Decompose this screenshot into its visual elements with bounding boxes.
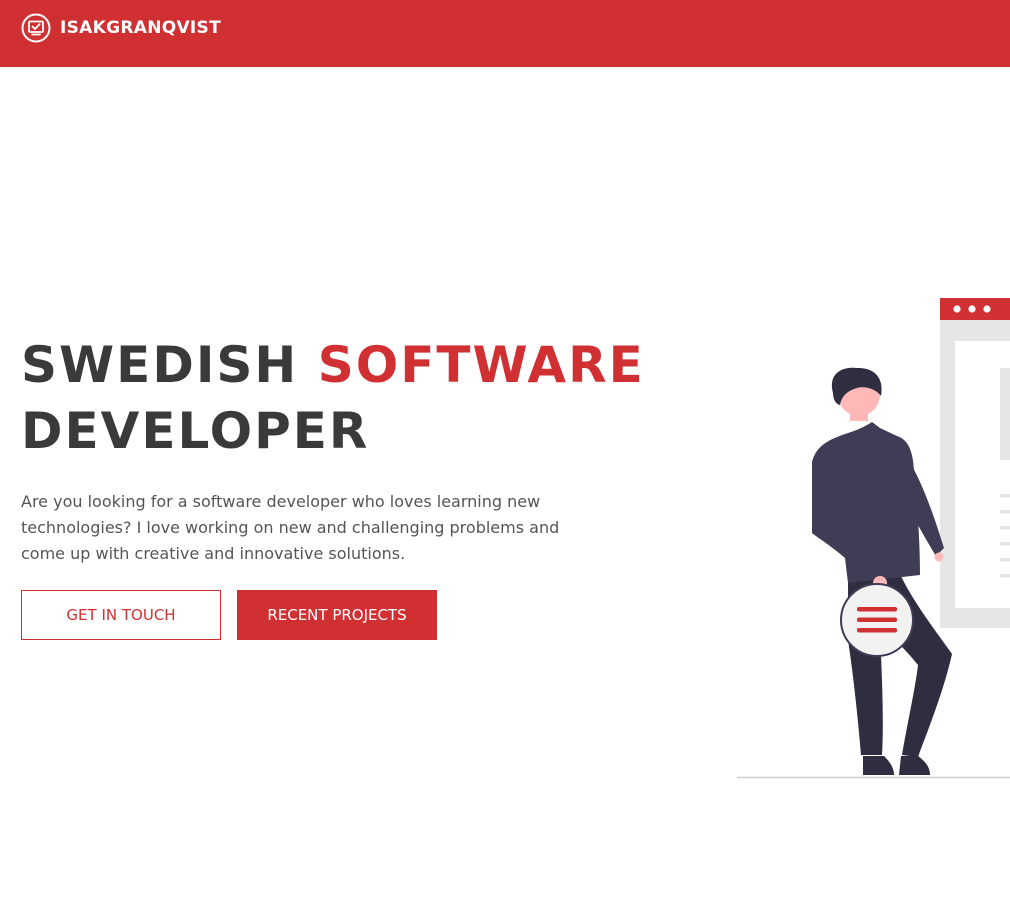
recent-projects-button[interactable]: RECENT PROJECTS: [237, 590, 437, 640]
get-in-touch-button[interactable]: GET IN TOUCH: [21, 590, 221, 640]
browser-window-graphic: [940, 298, 1010, 628]
hero-title-accent: SOFTWARE: [317, 336, 645, 394]
person-graphic: [812, 367, 952, 775]
hero-description: Are you looking for a software developer…: [21, 492, 560, 563]
brand-name: ISAKGRANQVIST: [60, 18, 222, 38]
hero-title-part2: DEVELOPER: [21, 402, 370, 460]
developer-illustration: [700, 290, 1010, 790]
hero-title: SWEDISH SOFTWARE DEVELOPER: [21, 332, 645, 464]
brand-logo-link[interactable]: ISAKGRANQVIST: [21, 13, 221, 43]
top-navbar: ISAKGRANQVIST: [0, 0, 1010, 67]
hero-title-part1: SWEDISH: [21, 336, 318, 394]
monitor-check-icon: [21, 13, 51, 43]
